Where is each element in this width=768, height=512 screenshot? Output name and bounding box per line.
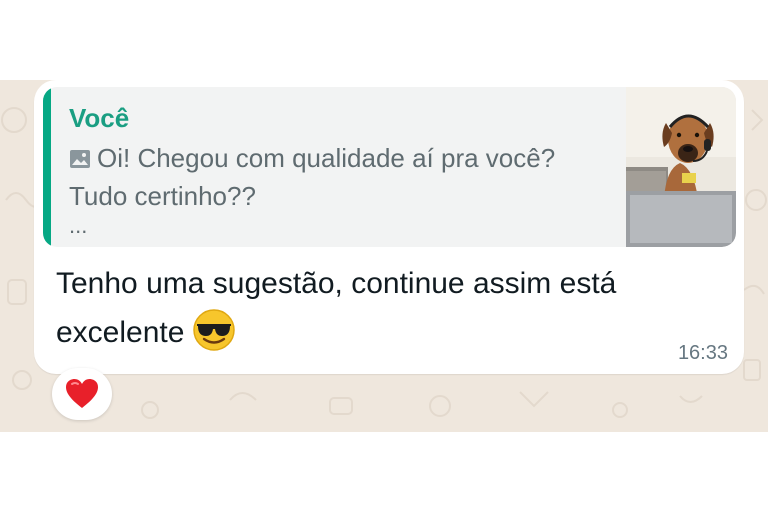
message-bubble[interactable]: Você Oi! Chegou com qualidade aí pra voc… — [34, 80, 744, 374]
quoted-author: Você — [69, 103, 130, 133]
quoted-message[interactable]: Você Oi! Chegou com qualidade aí pra voc… — [43, 87, 736, 247]
reaction-badge[interactable] — [52, 368, 112, 420]
dog-photo-thumbnail — [626, 87, 736, 247]
quoted-text-second: Tudo certinho?? — [69, 181, 256, 211]
red-heart-icon — [66, 379, 98, 408]
quoted-text-ellipsis: ... — [69, 213, 88, 238]
smiling-face-with-sunglasses-icon — [193, 309, 236, 351]
message-timestamp: 16:33 — [677, 342, 728, 364]
quote-accent-bar — [43, 87, 51, 247]
message-text: Tenho uma sugestão, continue assim está … — [56, 260, 716, 357]
quoted-text-line: Oi! Chegou com qualidade aí pra você? — [69, 143, 555, 174]
quoted-text-first: Oi! Chegou com qualidade aí pra você? — [97, 143, 556, 173]
quoted-image-thumbnail[interactable] — [626, 87, 736, 247]
photo-icon — [70, 149, 90, 168]
message-body: Tenho uma sugestão, continue assim está … — [56, 267, 617, 349]
